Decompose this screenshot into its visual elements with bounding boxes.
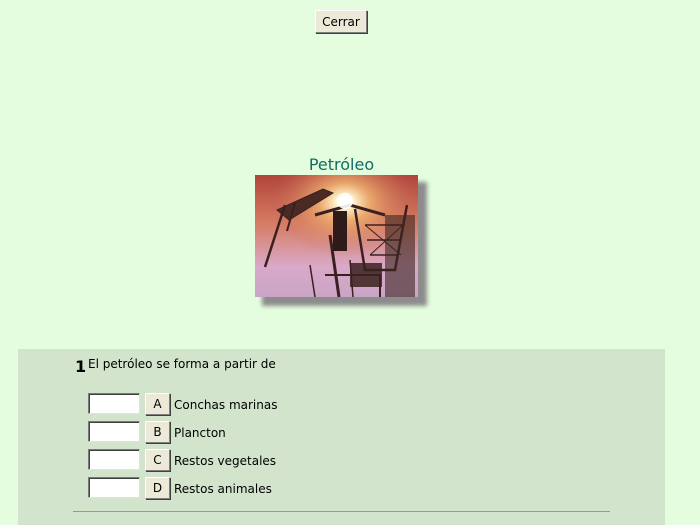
divider — [73, 511, 610, 512]
oil-pump-image — [255, 175, 418, 297]
option-d-label: Restos animales — [174, 482, 272, 496]
option-d-button[interactable]: D — [145, 477, 170, 499]
oil-pump-photo — [255, 175, 427, 306]
option-a-button[interactable]: A — [145, 393, 170, 415]
question-text: El petróleo se forma a partir de — [88, 357, 276, 371]
close-button[interactable]: Cerrar — [315, 10, 367, 33]
option-a-label: Conchas marinas — [174, 398, 278, 412]
option-c-button[interactable]: C — [145, 449, 170, 471]
page-title: Petróleo — [308, 155, 375, 174]
option-b-button[interactable]: B — [145, 421, 170, 443]
answer-input-a[interactable] — [88, 393, 140, 414]
option-b-label: Plancton — [174, 426, 226, 440]
answer-input-b[interactable] — [88, 421, 140, 442]
answer-input-c[interactable] — [88, 449, 140, 470]
option-c-label: Restos vegetales — [174, 454, 277, 468]
question-number: 1 — [75, 357, 87, 376]
answer-input-d[interactable] — [88, 477, 140, 498]
